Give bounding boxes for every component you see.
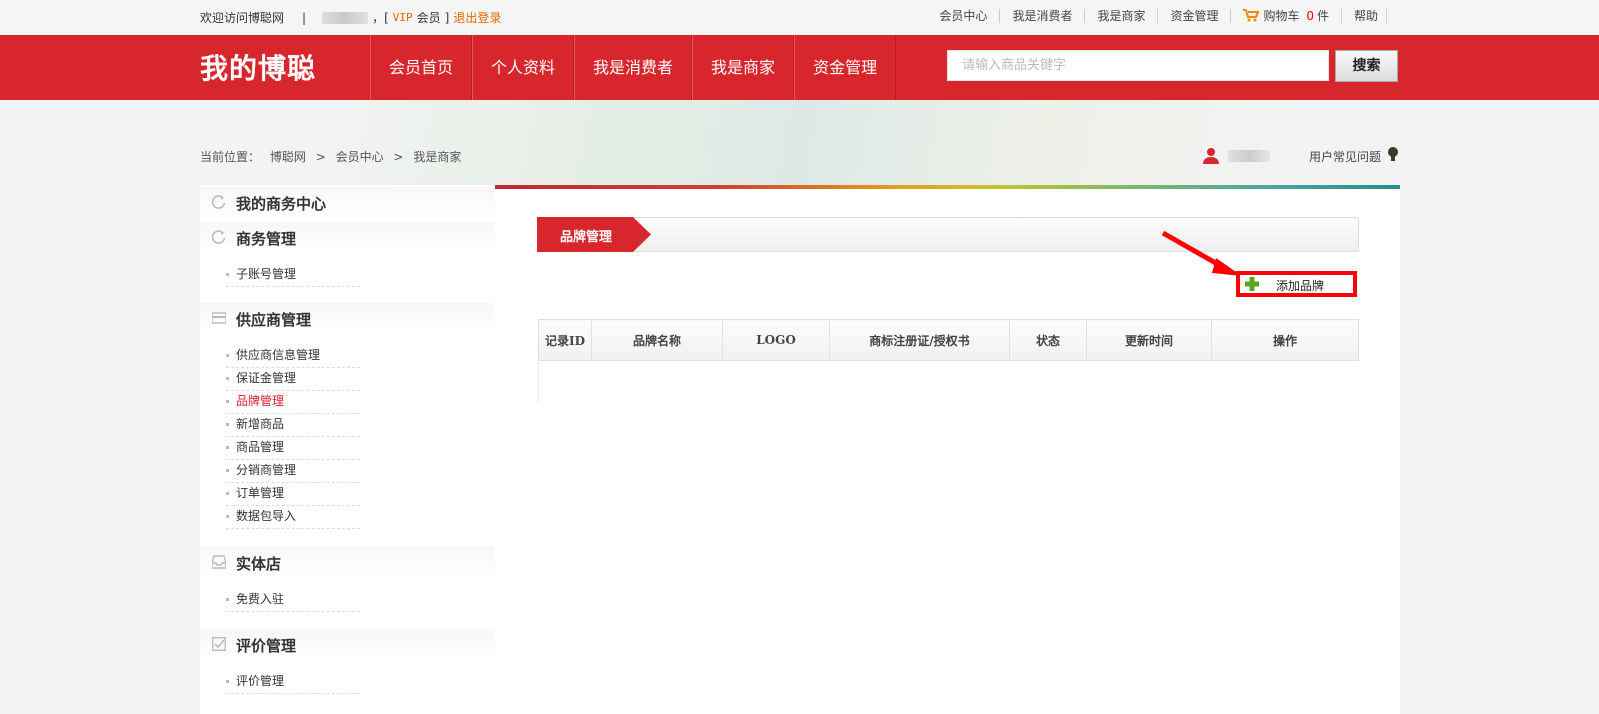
sidebar: 我的商务中心 商务管理 子账号管理 供应商管理 供应商信息管理 保证金管理 品牌… xyxy=(200,185,495,714)
user-icon xyxy=(1203,148,1219,164)
username-blurred xyxy=(1228,150,1270,162)
sidebar-section-business-management[interactable]: 商务管理 xyxy=(200,222,495,253)
divider xyxy=(1386,9,1387,23)
username-blurred xyxy=(322,11,369,24)
main-nav: 我的博聪 会员首页 个人资料 我是消费者 我是商家 资金管理 请输入商品关键字 … xyxy=(0,35,1599,100)
help-link[interactable]: 帮助 xyxy=(1342,9,1386,23)
panel-title: 品牌管理 xyxy=(560,230,613,245)
lightbulb-icon xyxy=(1388,147,1398,161)
sidebar-item-review-management[interactable]: 评价管理 xyxy=(226,671,360,694)
sidebar-section-physical-store[interactable]: 实体店 xyxy=(200,547,495,578)
tray-icon xyxy=(212,555,226,569)
sidebar-item-sub-accounts[interactable]: 子账号管理 xyxy=(226,264,360,287)
table-body-empty xyxy=(538,361,1359,403)
breadcrumb-item-member-center[interactable]: 会员中心 xyxy=(336,150,384,164)
column-header-actions: 操作 xyxy=(1211,319,1359,361)
refresh-icon xyxy=(212,230,226,244)
logout-link[interactable]: 退出登录 xyxy=(453,9,501,26)
column-header-record-id: 记录ID xyxy=(538,319,592,361)
breadcrumb-item-merchant[interactable]: 我是商家 xyxy=(413,150,461,164)
sidebar-item-supplier-info[interactable]: 供应商信息管理 xyxy=(226,345,360,368)
cart-icon xyxy=(1243,9,1260,22)
brand-table: 记录ID 品牌名称 LOGO 商标注册证/授权书 状态 更新时间 操作 xyxy=(538,319,1359,361)
nav-item-member-home[interactable]: 会员首页 xyxy=(370,35,473,100)
banner-background xyxy=(0,100,1599,185)
top-link-consumer[interactable]: 我是消费者 xyxy=(1000,9,1086,23)
column-header-trademark: 商标注册证/授权书 xyxy=(829,319,1010,361)
sidebar-section-title: 供应商管理 xyxy=(236,311,312,329)
top-link-funds[interactable]: 资金管理 xyxy=(1158,9,1232,23)
column-header-brand-name: 品牌名称 xyxy=(591,319,723,361)
card-icon xyxy=(212,312,226,324)
vip-label: VIP xyxy=(392,11,413,24)
nav-item-funds[interactable]: 资金管理 xyxy=(794,35,897,100)
plus-icon xyxy=(1245,277,1259,291)
sidebar-section-title: 评价管理 xyxy=(236,637,297,655)
cart-unit: 件 xyxy=(1316,9,1329,23)
sidebar-item-distributor[interactable]: 分销商管理 xyxy=(226,460,360,483)
nav-menu: 会员首页 个人资料 我是消费者 我是商家 资金管理 xyxy=(370,35,897,100)
sidebar-section-supplier[interactable]: 供应商管理 xyxy=(200,303,495,334)
sidebar-item-deposit[interactable]: 保证金管理 xyxy=(226,368,360,391)
top-bar: 欢迎访问博聪网 | ，[ VIP 会员 ] 退出登录 会员中心 我是消费者 我是… xyxy=(0,0,1599,35)
top-links: 会员中心 我是消费者 我是商家 资金管理 购物车 0件 帮助 xyxy=(927,9,1387,23)
sidebar-item-data-import[interactable]: 数据包导入 xyxy=(226,506,360,529)
column-header-logo: LOGO xyxy=(722,319,830,361)
cart-label: 购物车 xyxy=(1263,9,1300,23)
top-link-merchant[interactable]: 我是商家 xyxy=(1085,9,1159,23)
sidebar-section-title: 我的商务中心 xyxy=(236,195,327,213)
welcome-area: 欢迎访问博聪网 | ，[ VIP 会员 ] 退出登录 xyxy=(200,9,505,26)
faq-link[interactable]: 用户常见问题 xyxy=(1309,148,1381,165)
color-stripe xyxy=(495,185,1400,189)
sidebar-section-title: 实体店 xyxy=(236,555,282,573)
cart-count: 0 xyxy=(1306,9,1314,23)
breadcrumb-item-home[interactable]: 博聪网 xyxy=(270,150,306,164)
bracket-open: ，[ xyxy=(372,11,389,25)
breadcrumb-sep: > xyxy=(393,150,404,164)
annotation-arrow xyxy=(1161,230,1242,276)
refresh-icon xyxy=(212,195,226,209)
breadcrumb: 当前位置： 博聪网 > 会员中心 > 我是商家 xyxy=(200,148,467,165)
member-label: 会员 xyxy=(416,11,441,25)
separator: | xyxy=(302,10,307,25)
sidebar-item-new-product[interactable]: 新增商品 xyxy=(226,414,360,437)
sidebar-item-product-management[interactable]: 商品管理 xyxy=(226,437,360,460)
sidebar-item-free-join[interactable]: 免费入驻 xyxy=(226,589,360,612)
sidebar-item-orders[interactable]: 订单管理 xyxy=(226,483,360,506)
main-content: 品牌管理 添加品牌 记录ID 品牌名称 LOGO 商标注册证/授权书 状态 更新… xyxy=(495,185,1400,714)
breadcrumb-prefix: 当前位置： xyxy=(200,150,261,164)
nav-item-profile[interactable]: 个人资料 xyxy=(472,35,575,100)
search-input[interactable]: 请输入商品关键字 xyxy=(947,50,1329,81)
column-header-update-time: 更新时间 xyxy=(1086,319,1212,361)
sidebar-section-title: 商务管理 xyxy=(236,230,297,248)
table-header-row: 记录ID 品牌名称 LOGO 商标注册证/授权书 状态 更新时间 操作 xyxy=(538,319,1359,361)
check-icon xyxy=(212,637,226,651)
add-brand-label: 添加品牌 xyxy=(1276,279,1325,293)
search-button[interactable]: 搜索 xyxy=(1335,50,1398,82)
nav-item-merchant[interactable]: 我是商家 xyxy=(692,35,795,100)
cart-link[interactable]: 购物车 0件 xyxy=(1231,9,1342,23)
sidebar-section-business-center[interactable]: 我的商务中心 xyxy=(200,187,495,218)
nav-item-consumer[interactable]: 我是消费者 xyxy=(574,35,693,100)
column-header-status: 状态 xyxy=(1009,319,1087,361)
site-logo[interactable]: 我的博聪 xyxy=(200,47,316,87)
welcome-text: 欢迎访问博聪网 xyxy=(200,11,285,25)
top-link-member-center[interactable]: 会员中心 xyxy=(927,9,1001,23)
bracket-close: ] xyxy=(444,10,450,25)
breadcrumb-sep: > xyxy=(315,150,326,164)
sidebar-section-reviews[interactable]: 评价管理 xyxy=(200,629,495,660)
add-brand-button[interactable]: 添加品牌 xyxy=(1236,271,1357,297)
sidebar-item-brand-management[interactable]: 品牌管理 xyxy=(226,391,360,414)
